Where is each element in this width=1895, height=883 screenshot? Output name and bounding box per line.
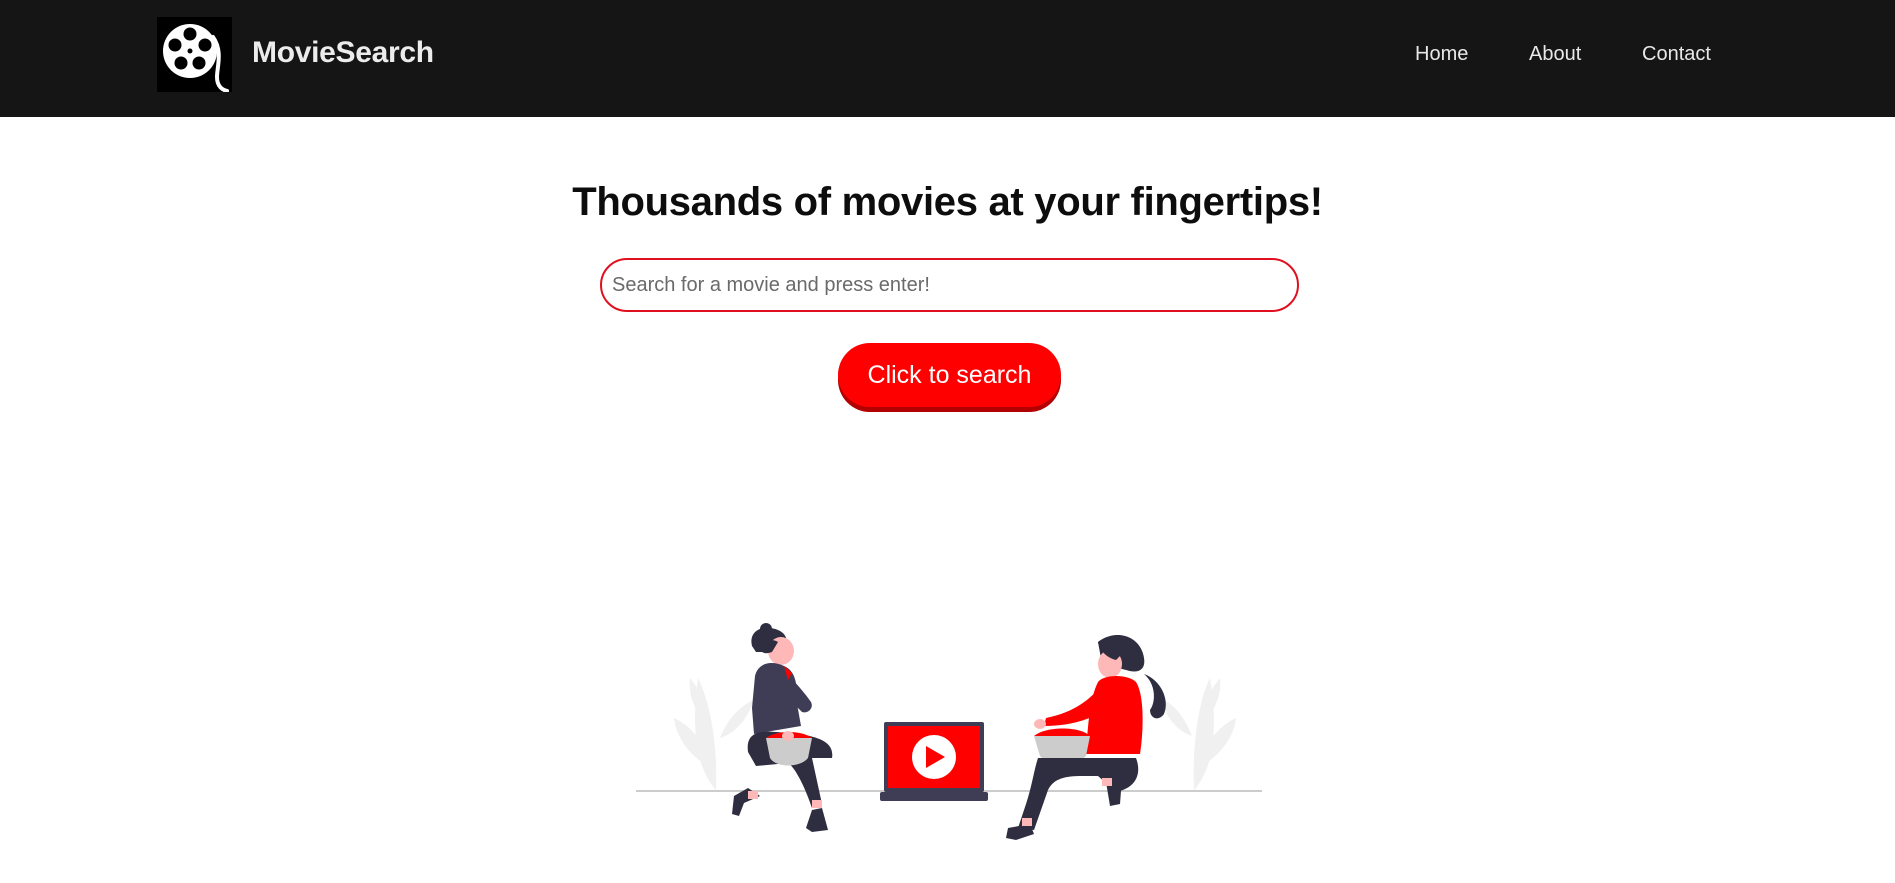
film-reel-icon [163,24,229,93]
plant-icon [674,678,754,790]
search-input[interactable] [600,258,1299,312]
search-button[interactable]: Click to search [838,343,1061,407]
person-left [732,623,833,832]
nav-link-about[interactable]: About [1529,42,1581,66]
nav-link-home[interactable]: Home [1415,42,1468,66]
navbar: MovieSearch Home About Contact [0,0,1895,117]
laptop [880,722,988,801]
plant-icon [1160,678,1236,790]
logo[interactable] [157,17,232,93]
nav-link-contact[interactable]: Contact [1642,42,1711,66]
page-title: Thousands of movies at your fingertips! [572,180,1323,224]
play-icon [912,735,956,779]
person-right [1006,635,1166,840]
brand-name[interactable]: MovieSearch [252,35,434,71]
two-people-watching-laptop-illustration [636,623,1262,840]
